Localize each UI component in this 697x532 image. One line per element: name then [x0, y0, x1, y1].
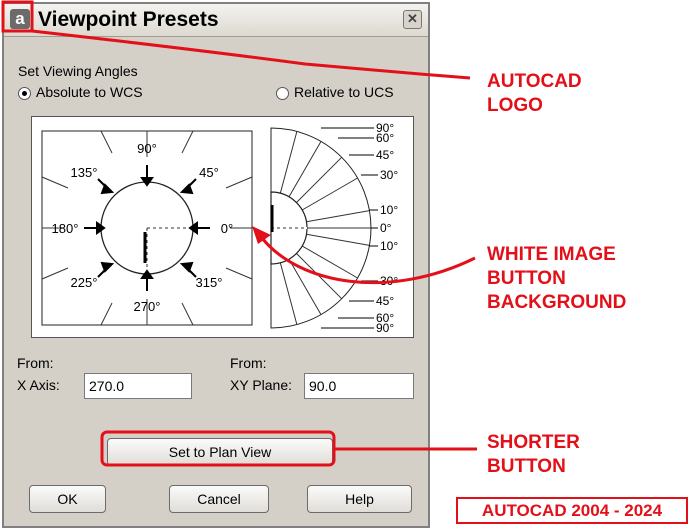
elev-10-top-label: 10°	[380, 203, 398, 217]
elev-0-label: 0°	[380, 221, 392, 235]
elev-10-bottom-label: 10°	[380, 239, 398, 253]
elev-90-bottom-label: 90°	[376, 321, 394, 335]
compass-dial[interactable]: 90° 45° 0° 315° 270° 225° 180° 135°	[41, 130, 253, 326]
x-axis-label: X Axis:	[17, 377, 60, 393]
angle-225-label: 225°	[71, 275, 98, 290]
help-button[interactable]: Help	[307, 485, 412, 513]
elev-60-top-label: 60°	[376, 131, 394, 145]
angle-270-label: 270°	[134, 299, 161, 314]
from-label-x: From:	[17, 355, 54, 371]
xy-plane-input[interactable]: 90.0	[304, 373, 414, 399]
ok-button[interactable]: OK	[29, 485, 106, 513]
angle-0-label: 0°	[221, 221, 233, 236]
annotation-image-line1: WHITE IMAGE	[487, 244, 616, 265]
autocad-logo-icon: a	[10, 9, 30, 29]
x-axis-input[interactable]: 270.0	[84, 373, 192, 399]
viewpoint-presets-dialog: a Viewpoint Presets ✕ Set Viewing Angles…	[2, 2, 430, 528]
elev-45-top-label: 45°	[376, 148, 394, 162]
elev-45-bottom-label: 45°	[376, 294, 394, 308]
absolute-to-wcs-radio[interactable]	[18, 87, 31, 100]
annotation-shorter-button: SHORTER BUTTON	[487, 431, 580, 479]
annotation-white-image: WHITE IMAGE BUTTON BACKGROUND	[487, 243, 626, 315]
annotation-image-line2: BUTTON	[487, 268, 566, 289]
angle-90-label: 90°	[137, 141, 157, 156]
set-to-plan-view-button[interactable]: Set to Plan View	[107, 438, 333, 466]
annotation-logo-line2: LOGO	[487, 95, 543, 116]
angle-135-label: 135°	[71, 165, 98, 180]
from-label-xy: From:	[230, 355, 267, 371]
title-bar[interactable]: a Viewpoint Presets ✕	[4, 4, 428, 37]
annotation-autocad-logo: AUTOCAD LOGO	[487, 70, 582, 118]
annotation-logo-line1: AUTOCAD	[487, 71, 582, 92]
set-viewing-angles-label: Set Viewing Angles	[18, 63, 138, 79]
viewpoint-image-button[interactable]: 90° 45° 0° 315° 270° 225° 180° 135° 90° …	[31, 116, 414, 338]
angle-45-label: 45°	[199, 165, 219, 180]
viewpoint-image: 90° 45° 0° 315° 270° 225° 180° 135° 90° …	[41, 121, 398, 335]
annotation-button-line2: BUTTON	[487, 456, 566, 477]
xy-plane-label: XY Plane:	[230, 377, 293, 393]
annotation-image-line3: BACKGROUND	[487, 292, 627, 313]
close-icon[interactable]: ✕	[403, 10, 422, 29]
cancel-button[interactable]: Cancel	[169, 485, 269, 513]
relative-to-ucs-radio[interactable]	[276, 87, 289, 100]
angle-180-label: 180°	[52, 221, 79, 236]
elevation-dial[interactable]: 90° 60° 45° 30° 10° 0° 10° 30° 45° 60° 9…	[270, 121, 398, 335]
absolute-to-wcs-label[interactable]: Absolute to WCS	[36, 84, 143, 100]
annotation-button-line1: SHORTER	[487, 432, 580, 453]
dialog-title: Viewpoint Presets	[38, 8, 219, 31]
radio-selected-dot	[22, 91, 27, 96]
version-badge: AUTOCAD 2004 - 2024	[456, 497, 688, 524]
elev-30-top-label: 30°	[380, 168, 398, 182]
angle-315-label: 315°	[196, 275, 223, 290]
elev-30-bottom-label: 30°	[380, 274, 398, 288]
relative-to-ucs-label[interactable]: Relative to UCS	[294, 84, 394, 100]
